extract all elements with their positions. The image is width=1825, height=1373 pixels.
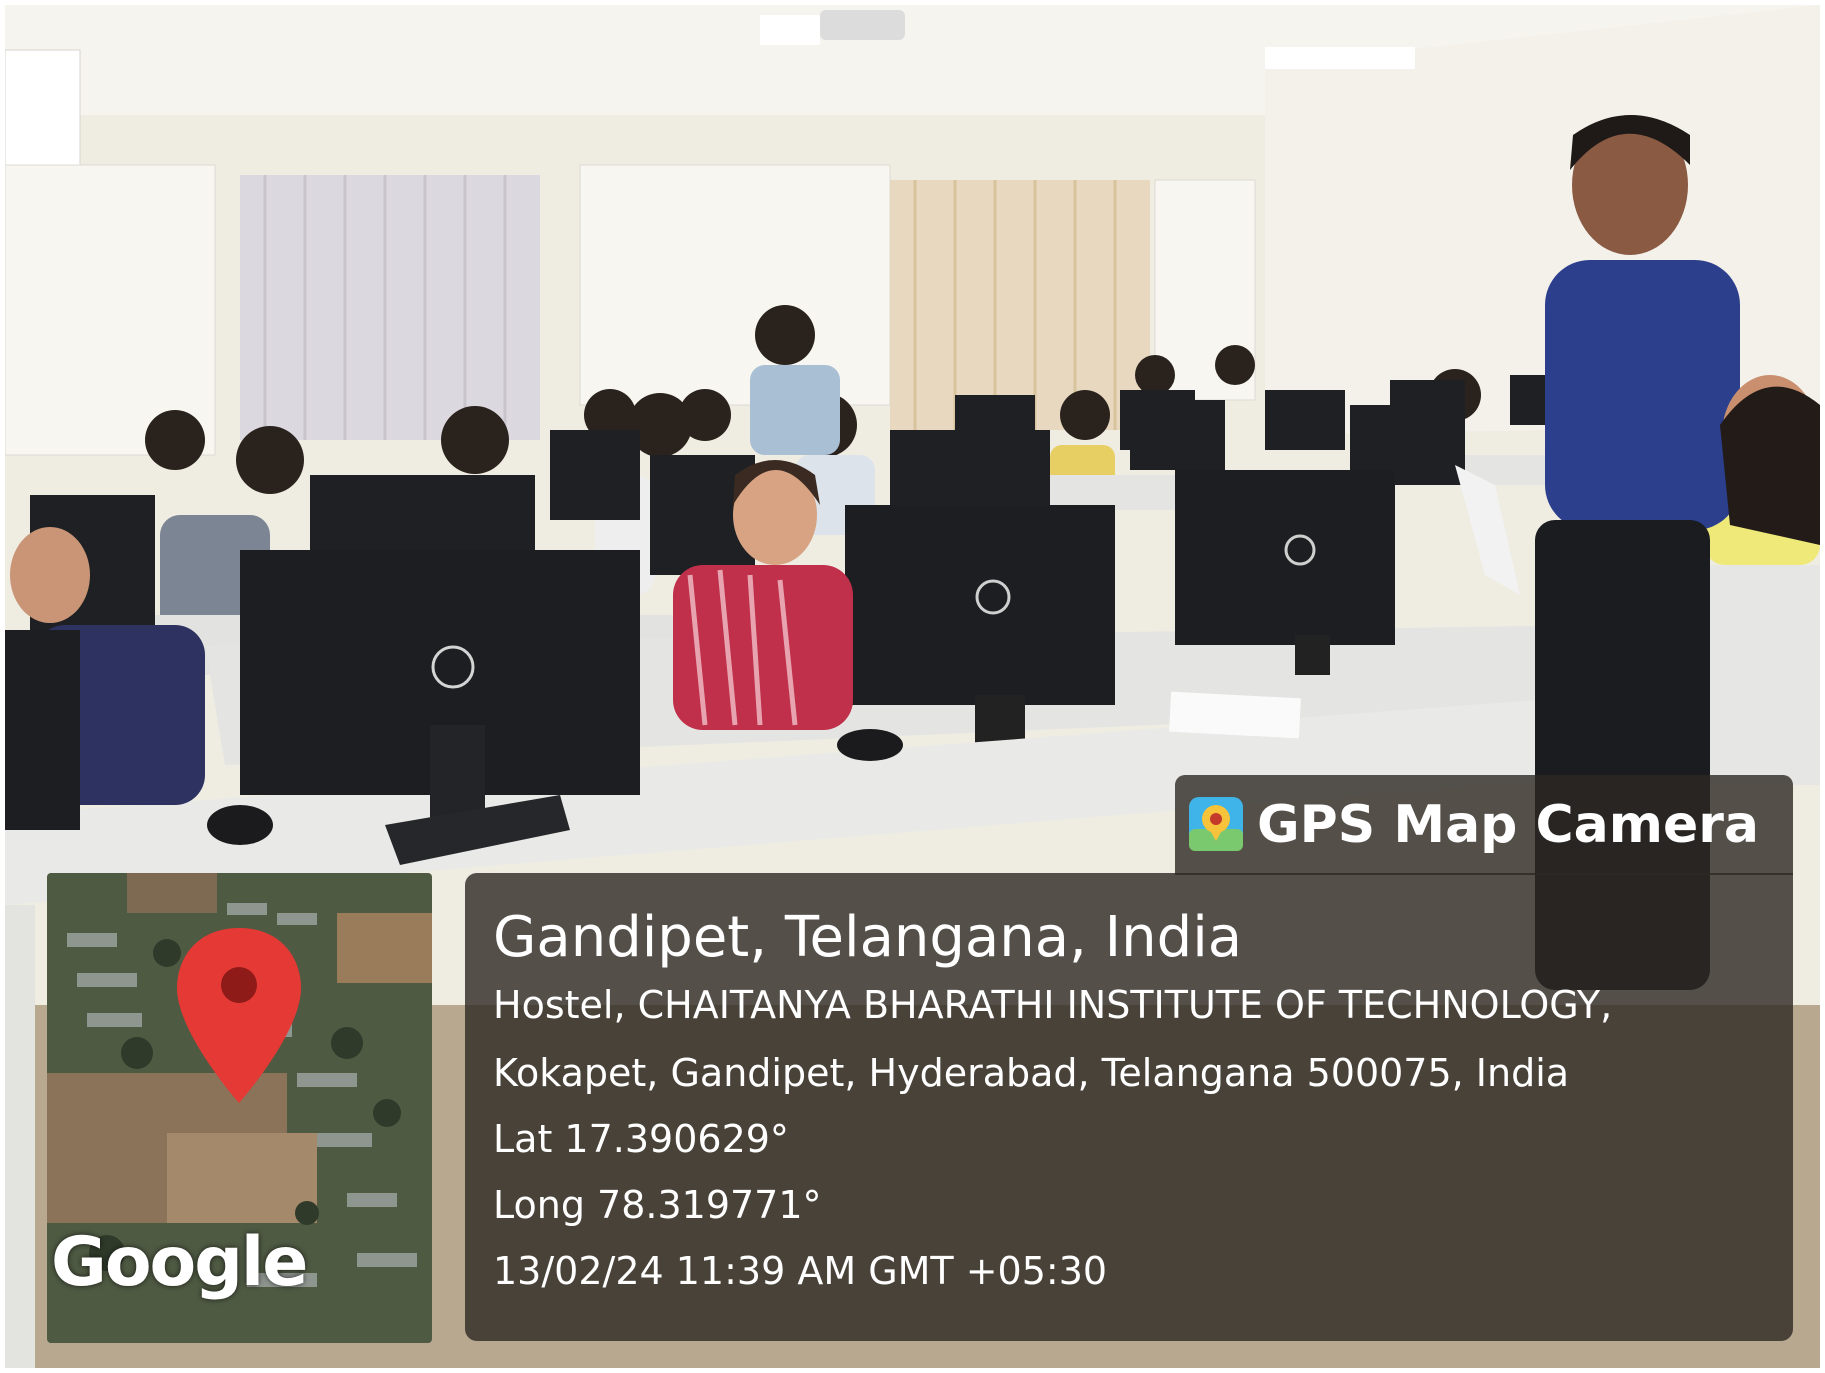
window-blinds [890, 180, 1150, 430]
longitude: Long 78.319771° [493, 1183, 822, 1227]
student-right [1720, 375, 1820, 545]
gps-app-header: GPS Map Camera [1175, 775, 1793, 875]
gps-map-camera-icon [1189, 797, 1243, 851]
address-line-2: Kokapet, Gandipet, Hyderabad, Telangana … [493, 1051, 1570, 1095]
google-attribution: Google [51, 1223, 308, 1302]
satellite-map-thumbnail: Google [47, 873, 432, 1343]
datetime: 13/02/24 11:39 AM GMT +05:30 [493, 1249, 1108, 1293]
projector [820, 10, 905, 40]
ceiling-light [1265, 47, 1415, 69]
address-line-1: Hostel, CHAITANYA BHARATHI INSTITUTE OF … [493, 983, 1613, 1027]
mouse [207, 805, 273, 845]
classroom-photo: GPS Map Camera Gandipet, Telangana, Indi… [5, 5, 1820, 1368]
cabinet [579, 164, 891, 406]
window-blinds [240, 175, 540, 440]
monitor [5, 630, 80, 830]
location-title: Gandipet, Telangana, India [493, 905, 1243, 970]
ceiling-light [760, 15, 820, 45]
latitude: Lat 17.390629° [493, 1117, 789, 1161]
app-name: GPS Map Camera [1257, 795, 1759, 855]
gps-info-panel: Gandipet, Telangana, India Hostel, CHAIT… [465, 873, 1793, 1341]
air-conditioner [5, 49, 81, 181]
mouse [837, 729, 903, 761]
desk [1695, 565, 1820, 785]
paper-sheet [1169, 691, 1301, 739]
